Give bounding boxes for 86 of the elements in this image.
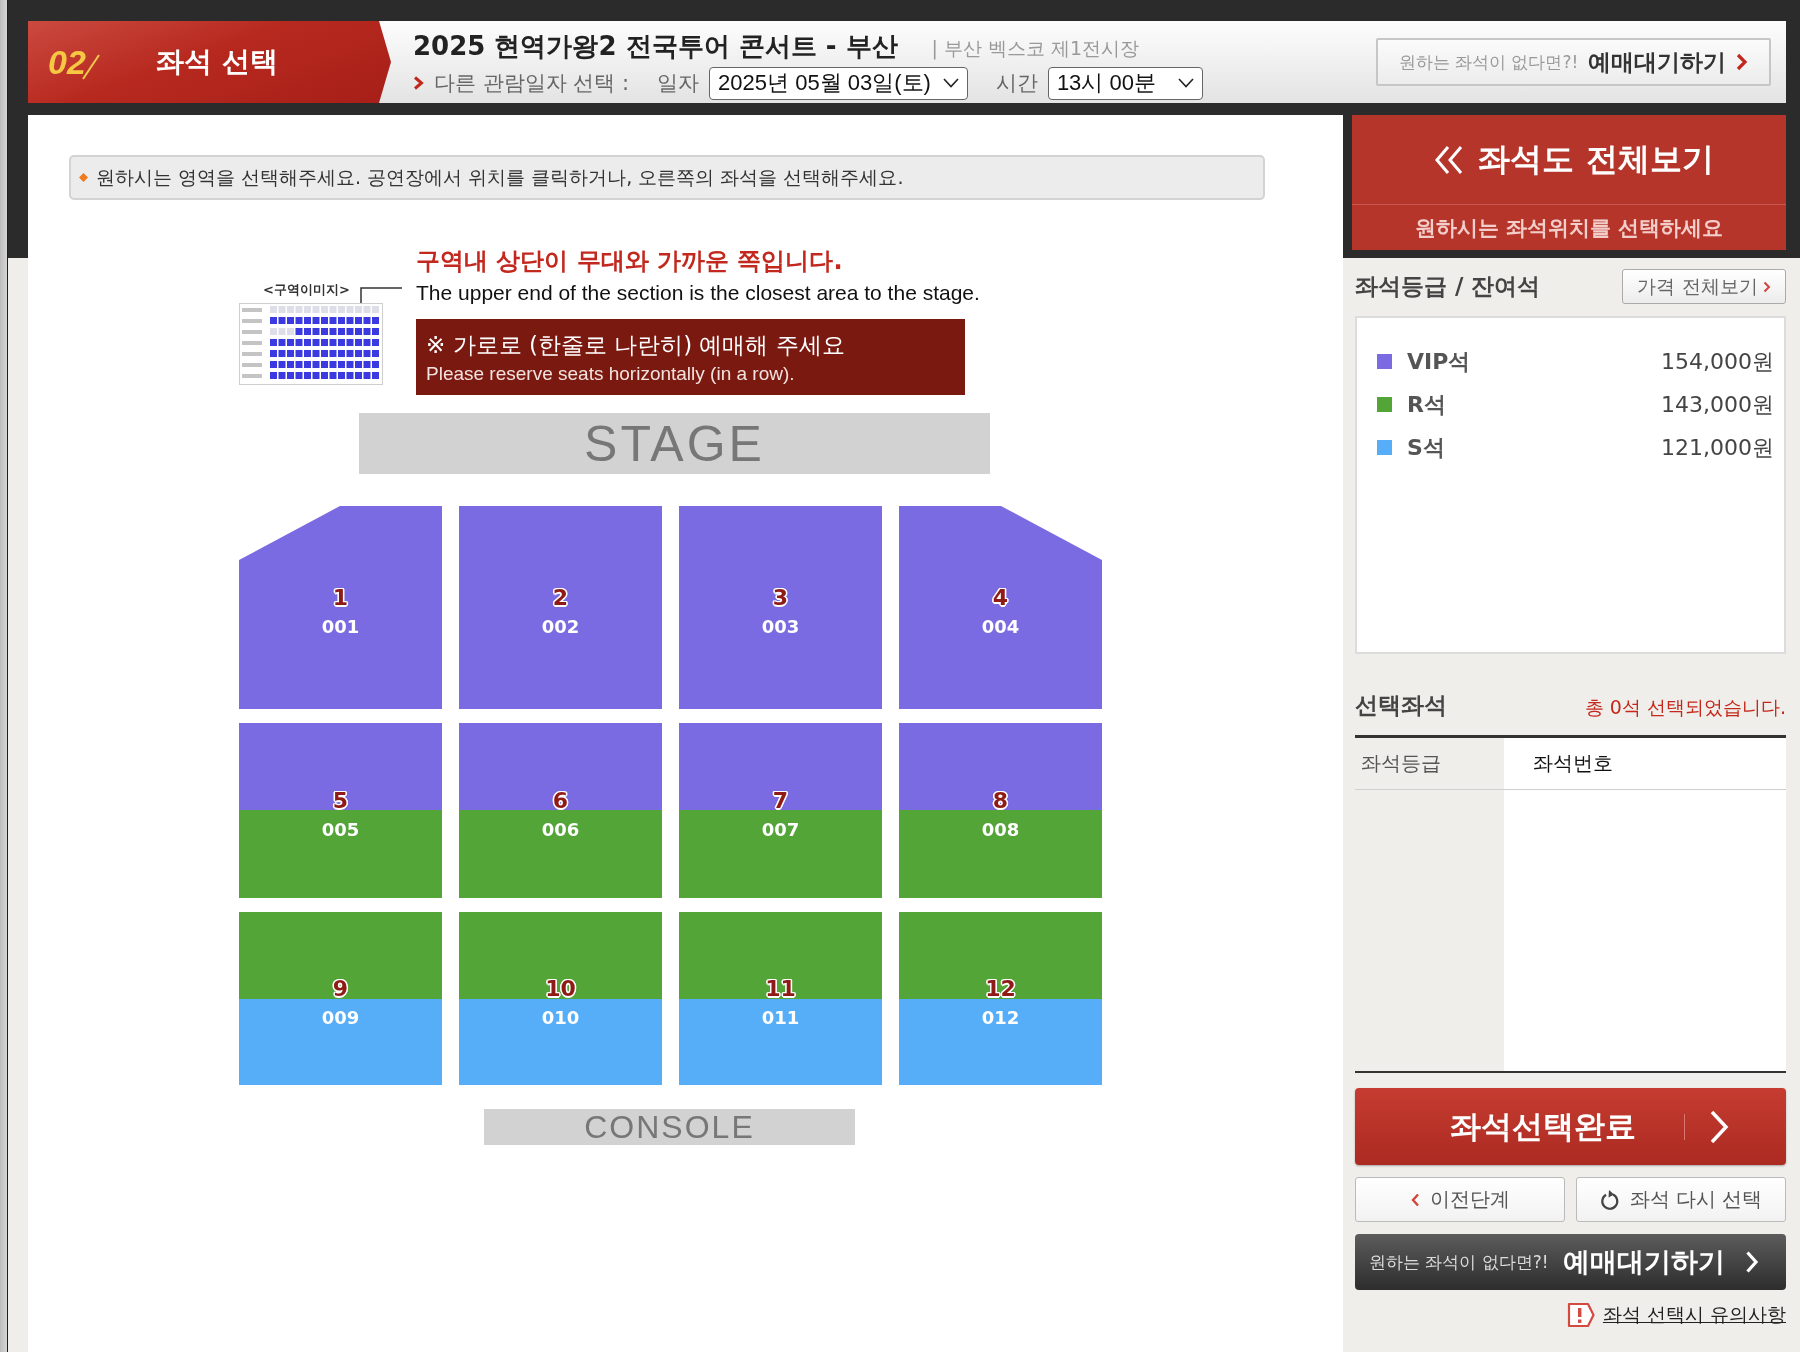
column-header: 좌석등급 [1355,738,1504,790]
section-number: 6 [552,787,569,814]
seat-section[interactable]: 6 006 [459,723,662,898]
diamond-bullet-icon [79,173,88,182]
chevron-down-icon [1177,78,1194,88]
section-number: 1 [332,584,349,611]
seat-section[interactable]: 9 009 [239,912,442,1085]
chevron-right-icon [1736,53,1749,71]
grade-price: 121,000원 [1661,433,1774,462]
section-image-label: <구역이미지> [263,281,350,299]
section-code: 011 [761,1005,800,1030]
section-code: 005 [321,817,360,842]
orientation-note: 구역내 상단이 무대와 가까운 쪽입니다. [416,247,844,276]
section-code: 008 [981,817,1020,842]
seat-section[interactable]: 4 004 [899,506,1102,709]
chevron-left-icon [1410,1192,1420,1207]
double-chevron-left-icon [1434,144,1465,175]
stage-area: STAGE [359,413,990,474]
chevron-right-icon [413,76,424,90]
seat-section[interactable]: 7 007 [679,723,882,898]
time-label: 시간 [995,70,1038,97]
complete-selection-button[interactable]: 좌석선택완료 [1355,1088,1786,1165]
instruction-text: 원하시는 영역을 선택해주세요. 공연장에서 위치를 클릭하거나, 오른쪽의 좌석을 선택해주세요. [96,164,904,190]
column-header: 좌석번호 [1504,738,1786,790]
reserve-notice-english: Please reserve seats horizontally (in a row). [426,362,796,385]
step-title: 좌석 선택 [155,44,278,80]
date-select[interactable]: 2025년 05월 03일(토) [709,66,968,100]
seat-section[interactable]: 10 010 [459,912,662,1085]
leader-line [359,287,402,304]
notice-link[interactable]: 좌석 선택시 유의사항 [1602,1302,1786,1328]
seat-section[interactable]: 12 012 [899,912,1102,1085]
section-number: 4 [992,584,1009,611]
section-code: 012 [981,1005,1020,1030]
seat-section[interactable]: 5 005 [239,723,442,898]
section-number: 3 [772,584,789,611]
overview-button[interactable]: 좌석도 전체보기 [1352,115,1786,204]
section-number: 7 [772,787,789,814]
seat-section[interactable]: 3 003 [679,506,882,709]
overview-hint: 원하시는 좌석위치를 선택하세요 [1352,204,1786,250]
section-number: 5 [332,787,349,814]
selected-count-text: 총 0석 선택되었습니다. [1584,695,1786,720]
time-select[interactable]: 13시 00분 [1047,66,1203,100]
section-code: 001 [321,614,360,639]
waitlist-button[interactable]: 원하는 좌석이 없다면?! 예매대기하기 [1376,38,1771,86]
section-number: 8 [992,787,1009,814]
chevron-right-icon [1762,280,1771,293]
chevron-right-icon [1744,1250,1759,1274]
section-number: 2 [552,584,569,611]
waitlist-button[interactable]: 원하는 좌석이 없다면?! 예매대기하기 [1355,1234,1786,1290]
date-label: 일자 [657,70,700,97]
seat-section[interactable]: 2 002 [459,506,662,709]
grade-name: R석 [1407,390,1446,419]
seat-section[interactable]: 11 011 [679,912,882,1085]
refresh-icon [1599,1188,1620,1211]
section-number: 9 [332,975,349,1002]
warning-icon [1565,1302,1596,1328]
reserve-notice-text: ※ 가로로 (한줄로 나란히) 예매해 주세요 [426,330,846,360]
section-number: 10 [545,975,576,1002]
selected-seats-title: 선택좌석 [1355,691,1447,720]
event-title: 2025 현역가왕2 전국투어 콘서트 - 부산 [413,30,898,63]
section-number: 12 [985,975,1016,1002]
grade-price: 154,000원 [1661,347,1774,376]
section-number: 11 [765,975,796,1002]
section-code: 007 [761,817,800,842]
grade-title: 좌석등급 / 잔여석 [1355,272,1541,301]
console-area: CONSOLE [484,1109,855,1145]
step-number: 02 [48,42,86,82]
section-code: 010 [541,1005,580,1030]
section-code: 006 [541,817,580,842]
seat-section[interactable]: 8 008 [899,723,1102,898]
date-change-label: 다른 관람일자 선택 : [434,70,630,97]
section-code: 004 [981,614,1020,639]
price-list-button[interactable]: 가격 전체보기 [1622,269,1786,304]
orientation-note-english: The upper end of the section is the closest area to the stage. [416,281,980,305]
chevron-down-icon [942,78,959,88]
seat-section[interactable]: 1 001 [239,506,442,709]
grade-name: S석 [1407,433,1445,462]
chevron-right-icon [1709,1108,1729,1145]
venue-text: | 부산 벡스코 제1전시장 [931,36,1140,62]
previous-step-button[interactable]: 이전단계 [1355,1177,1565,1222]
grade-price: 143,000원 [1661,390,1774,419]
section-code: 003 [761,614,800,639]
section-code: 002 [541,614,580,639]
reselect-seats-button[interactable]: 좌석 다시 선택 [1576,1177,1786,1222]
grade-name: VIP석 [1407,347,1471,376]
section-code: 009 [321,1005,360,1030]
